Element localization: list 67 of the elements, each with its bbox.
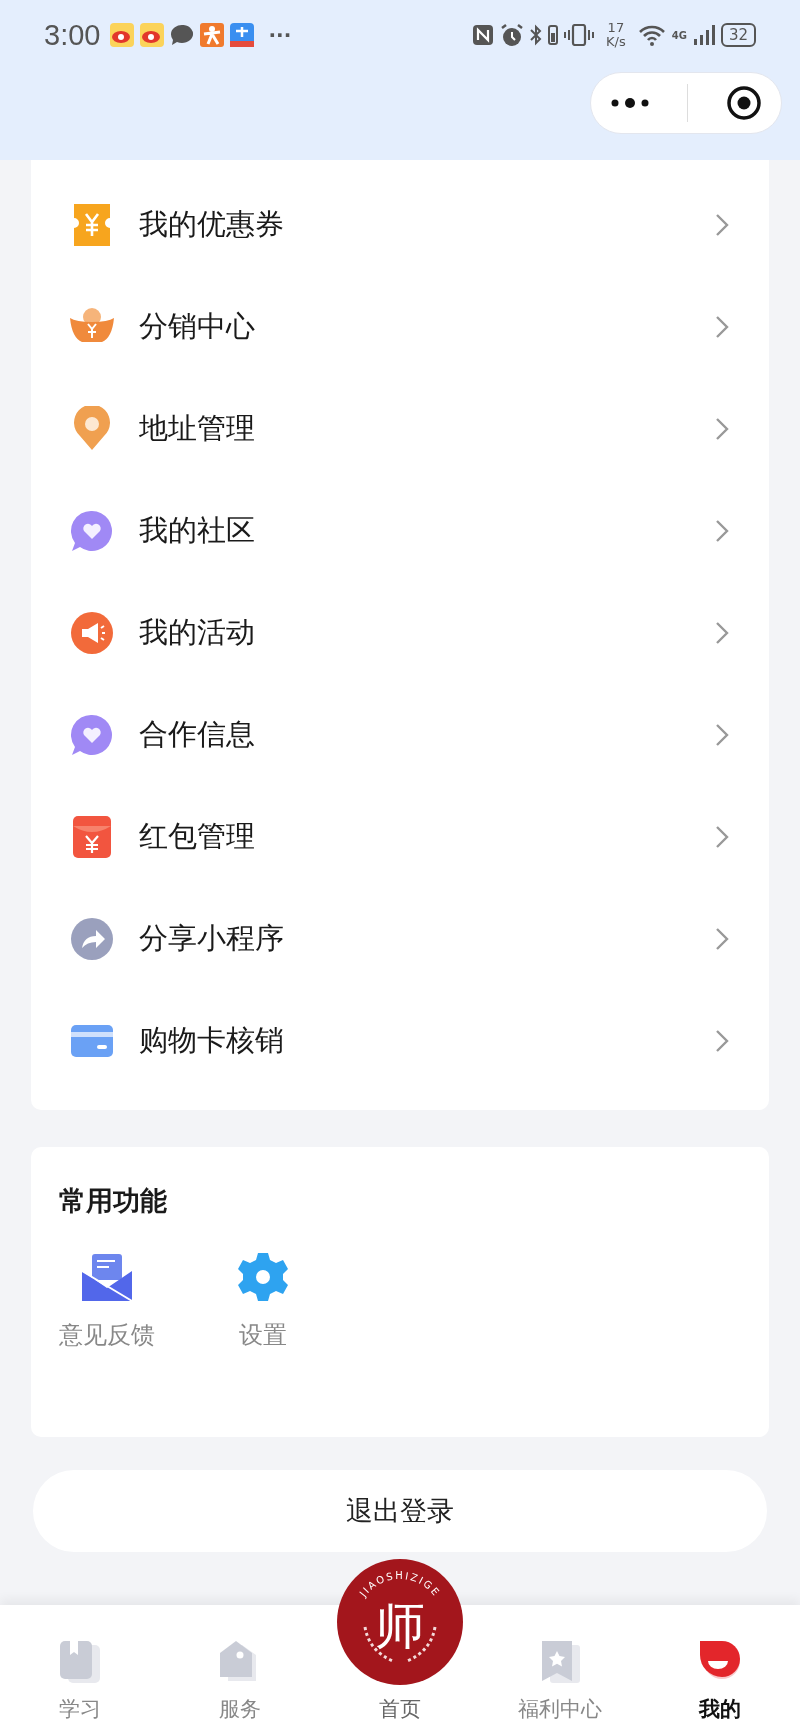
chevron-right-icon xyxy=(715,621,729,645)
function-item[interactable]: 意见反馈 xyxy=(59,1249,155,1351)
menu-item[interactable]: 我的社区 xyxy=(31,480,769,582)
more-icon[interactable] xyxy=(609,97,650,109)
menu-item[interactable]: 我的优惠券 xyxy=(31,174,769,276)
more-notifications: ··· xyxy=(268,23,292,47)
tab-label: 服务 xyxy=(219,1696,261,1723)
signal-icon xyxy=(692,24,715,46)
menu-label: 购物卡核销 xyxy=(139,1022,285,1059)
menu-label: 分享小程序 xyxy=(139,920,285,957)
logout-button[interactable]: 退出登录 xyxy=(33,1470,767,1552)
close-icon[interactable] xyxy=(726,85,763,121)
tab-item[interactable]: 学习 xyxy=(0,1605,160,1733)
app-notification-icon xyxy=(110,23,135,47)
share-icon xyxy=(69,916,115,962)
speed-value: 17 xyxy=(607,21,625,35)
menu-item[interactable]: 分享小程序 xyxy=(31,888,769,990)
menu-item[interactable]: 合作信息 xyxy=(31,684,769,786)
status-time: 3:00 xyxy=(44,18,101,52)
app-notification-icon xyxy=(140,23,165,47)
section-title: 常用功能 xyxy=(59,1184,168,1218)
megaphone-icon xyxy=(69,610,115,656)
menu-label: 我的社区 xyxy=(139,512,256,549)
chevron-right-icon xyxy=(715,315,729,339)
menu-item[interactable]: 地址管理 xyxy=(31,378,769,480)
tab-label: 首页 xyxy=(379,1696,421,1723)
app-notification-icon xyxy=(200,23,225,47)
tab-label: 学习 xyxy=(59,1696,101,1723)
menu-label: 分销中心 xyxy=(139,308,256,345)
menu-item[interactable]: 分销中心 xyxy=(31,276,769,378)
function-item[interactable]: 设置 xyxy=(235,1249,291,1351)
tab-item[interactable]: 服务 xyxy=(160,1605,320,1733)
menu-label: 合作信息 xyxy=(139,716,256,753)
menu-item[interactable]: 我的活动 xyxy=(31,582,769,684)
chevron-right-icon xyxy=(715,519,729,543)
alarm-icon xyxy=(500,23,525,47)
heart-chat-icon xyxy=(69,508,115,554)
speed-unit: K/s xyxy=(606,35,626,49)
battery-level: 32 xyxy=(720,23,756,47)
heart-chat-icon xyxy=(69,712,115,758)
app-notification-icon xyxy=(230,23,255,47)
chevron-right-icon xyxy=(715,417,729,441)
function-label: 设置 xyxy=(239,1320,287,1351)
menu-label: 我的优惠券 xyxy=(139,206,285,243)
wifi-icon xyxy=(637,24,666,46)
battery-icon xyxy=(548,25,559,45)
tab-item[interactable]: 首页 xyxy=(350,1693,450,1733)
chevron-right-icon xyxy=(715,213,729,237)
tab-label: 福利中心 xyxy=(518,1696,602,1723)
chat-bubble-icon xyxy=(170,23,195,47)
menu-label: 红包管理 xyxy=(139,818,256,855)
chevron-right-icon xyxy=(715,825,729,849)
vibrate-icon xyxy=(564,24,595,46)
nfc-icon xyxy=(472,24,495,46)
menu-label: 我的活动 xyxy=(139,614,256,651)
tab-label: 我的 xyxy=(699,1696,741,1723)
chevron-right-icon xyxy=(715,927,729,951)
chevron-right-icon xyxy=(715,723,729,747)
chevron-right-icon xyxy=(715,1029,729,1053)
bluetooth-icon xyxy=(530,24,543,46)
function-label: 意见反馈 xyxy=(59,1320,155,1351)
menu-item[interactable]: 红包管理 xyxy=(31,786,769,888)
menu-item[interactable]: 购物卡核销 xyxy=(31,990,769,1092)
tab-item[interactable]: 我的 xyxy=(640,1605,800,1733)
tab-item[interactable]: 福利中心 xyxy=(480,1605,640,1733)
network-type: 4G xyxy=(671,29,687,41)
menu-label: 地址管理 xyxy=(139,410,256,447)
